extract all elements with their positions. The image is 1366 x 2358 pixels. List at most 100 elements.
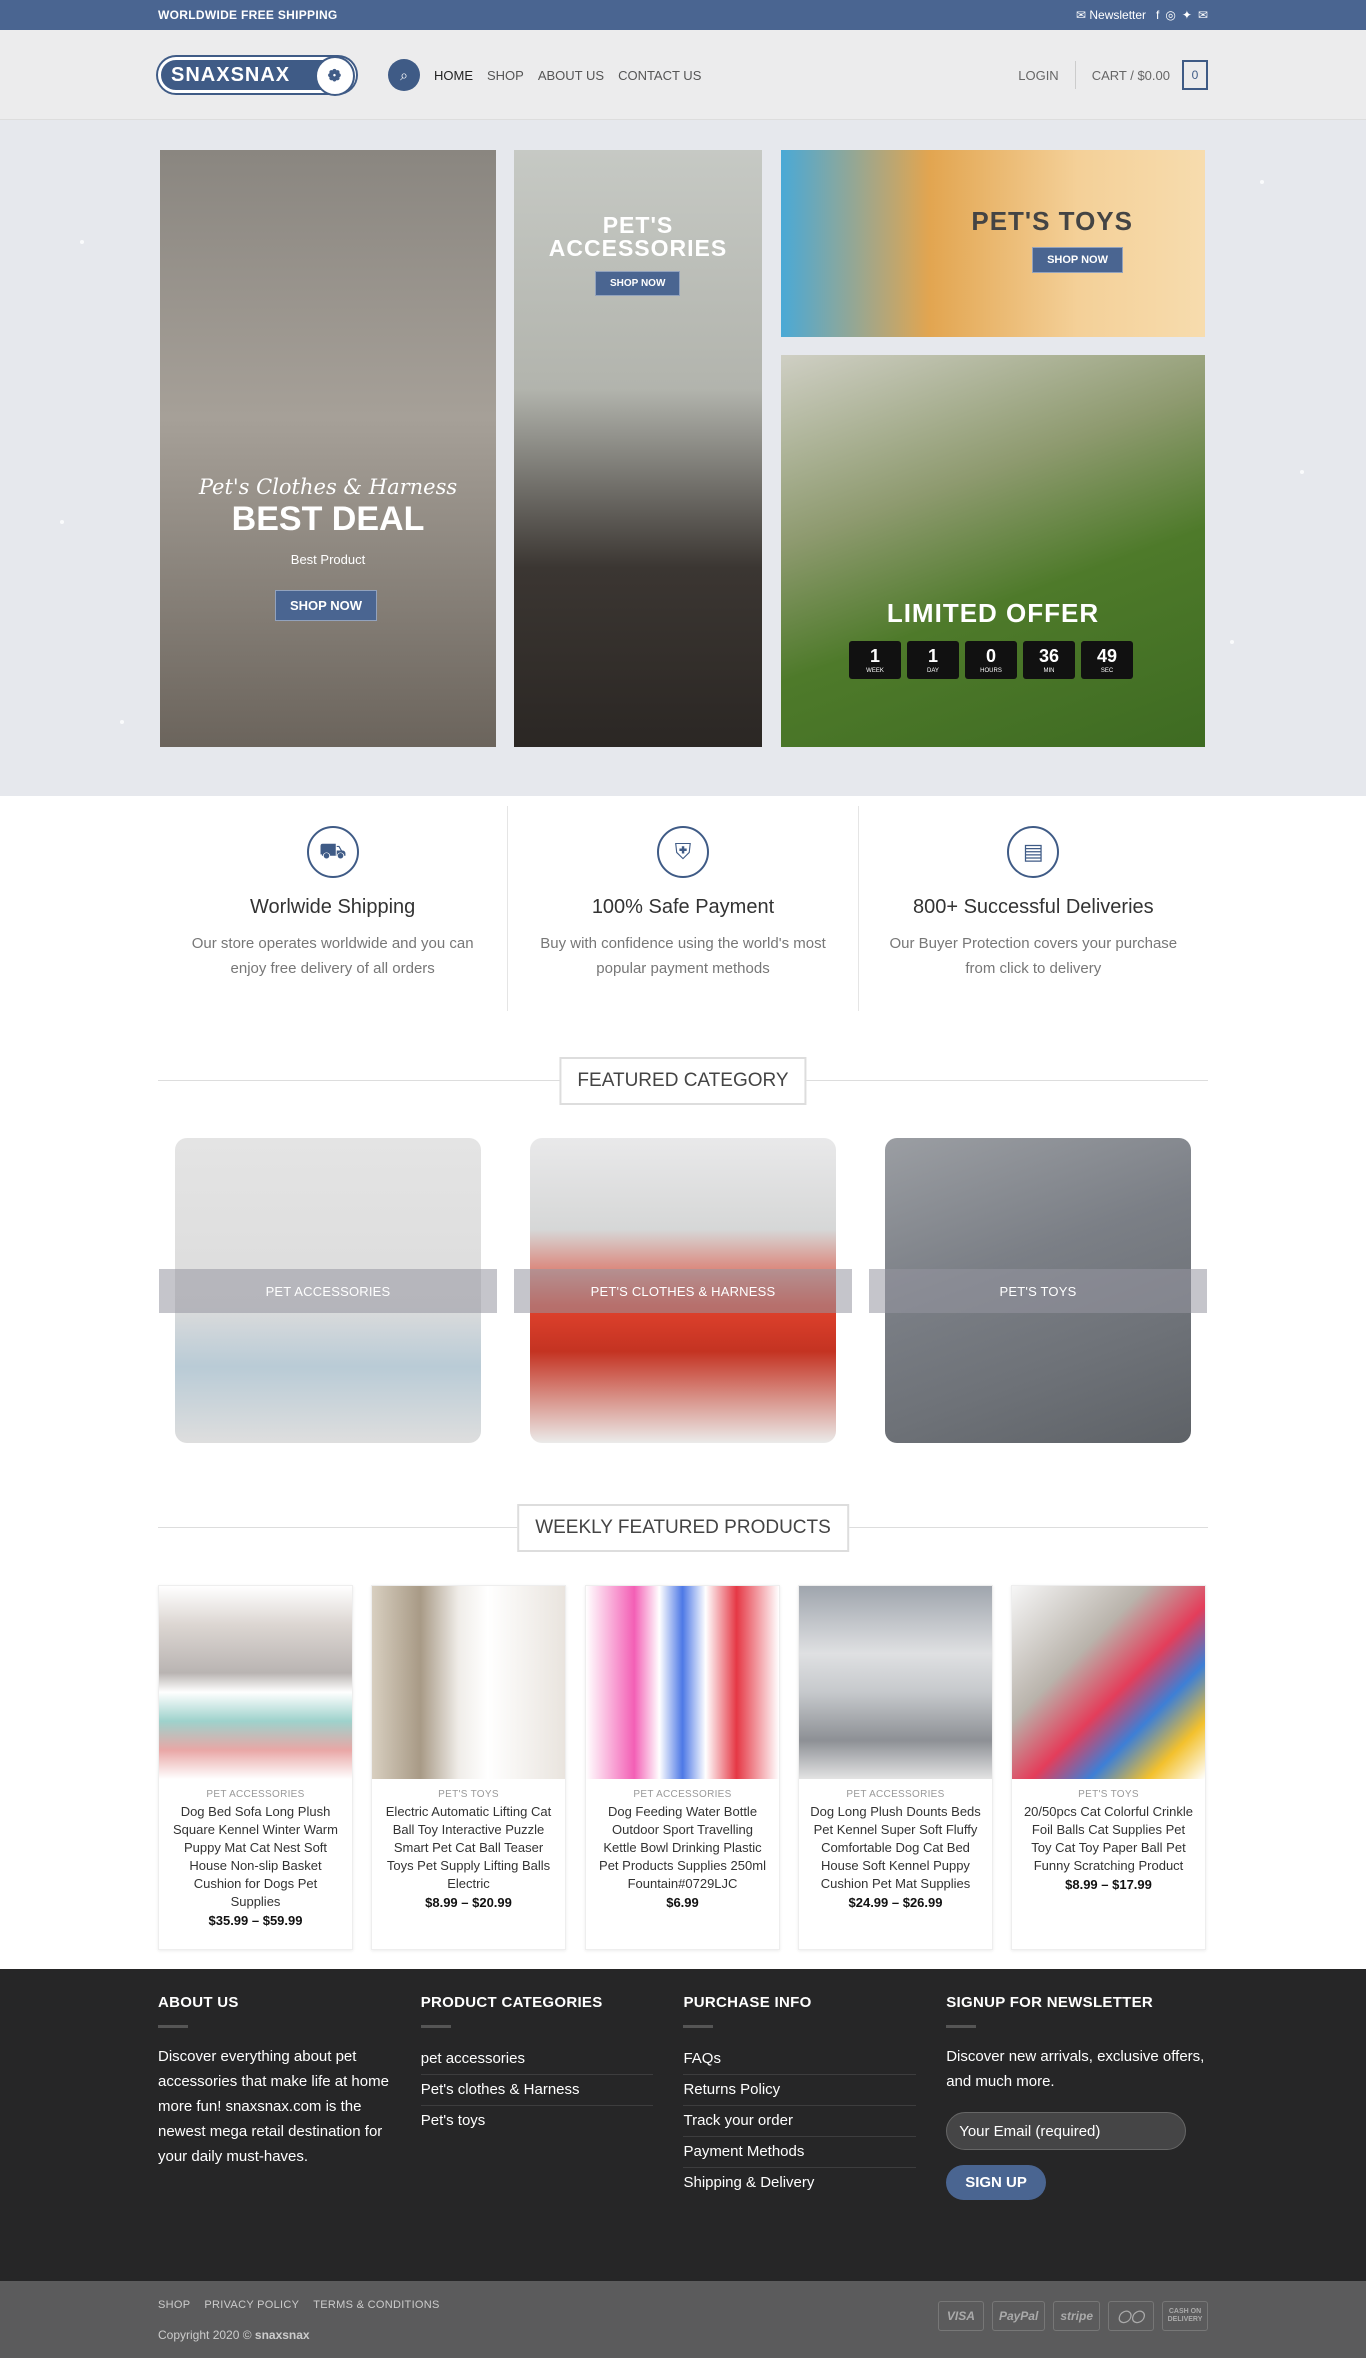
bottom-link-privacy[interactable]: PRIVACY POLICY	[204, 2299, 299, 2311]
product-card[interactable]: PET ACCESSORIES Dog Long Plush Dounts Be…	[798, 1585, 993, 1950]
feature-text: Our store operates worldwide and you can…	[191, 935, 474, 977]
snow-dot	[1230, 640, 1234, 644]
product-name[interactable]: Dog Long Plush Dounts Beds Pet Kennel Su…	[809, 1803, 982, 1893]
product-name[interactable]: Dog Feeding Water Bottle Outdoor Sport T…	[596, 1803, 769, 1893]
product-card[interactable]: PET ACCESSORIES Dog Bed Sofa Long Plush …	[158, 1585, 353, 1950]
footer-purchase-info: PURCHASE INFO FAQs Returns Policy Track …	[683, 1991, 946, 2200]
footer-about: ABOUT US Discover everything about pet a…	[158, 1991, 421, 2200]
footer-link[interactable]: Shipping & Delivery	[683, 2168, 916, 2198]
product-card[interactable]: PET'S TOYS Electric Automatic Lifting Ca…	[371, 1585, 566, 1950]
product-image[interactable]	[799, 1586, 992, 1779]
header-divider	[1074, 61, 1076, 89]
nav-contact-us[interactable]: CONTACT US	[618, 68, 701, 83]
countdown-unit: SEC	[1100, 667, 1114, 674]
countdown-value: 1	[869, 645, 880, 666]
product-price: $8.99 – $17.99	[1065, 1877, 1152, 1892]
newsletter-link[interactable]: ✉ Newsletter	[1076, 8, 1146, 22]
logo-text: SNAXSNAX	[171, 63, 291, 86]
product-image[interactable]	[159, 1586, 352, 1779]
main-nav: HOME SHOP ABOUT US CONTACT US	[434, 68, 701, 83]
countdown-value: 36	[1038, 645, 1060, 666]
banner-pets-toys[interactable]: PET'S TOYS SHOP NOW	[781, 150, 1205, 337]
product-price: $8.99 – $20.99	[425, 1895, 512, 1910]
banner-title: LIMITED OFFER	[886, 598, 1100, 628]
product-price: $35.99 – $59.99	[208, 1913, 303, 1928]
shop-now-button[interactable]: SHOP NOW	[595, 271, 681, 296]
footer-link[interactable]: Returns Policy	[683, 2075, 917, 2106]
product-name[interactable]: 20/50pcs Cat Colorful Crinkle Foil Balls…	[1022, 1803, 1195, 1875]
product-image[interactable]	[586, 1586, 779, 1779]
feature-deliveries: ▤ 800+ Successful Deliveries Our Buyer P…	[859, 806, 1208, 1011]
category-card-clothes-harness[interactable]: PET'S CLOTHES & HARNESS	[514, 1138, 852, 1443]
instagram-icon[interactable]: ◎	[1165, 8, 1175, 22]
cart-link[interactable]: CART / $0.00	[1092, 68, 1170, 83]
copyright-text: Copyright 2020 ©	[158, 2328, 252, 2342]
category-card-pet-accessories[interactable]: PET ACCESSORIES	[159, 1138, 497, 1443]
banner-script-text: Pet's Clothes & Harness	[198, 475, 458, 499]
product-image[interactable]	[372, 1586, 565, 1779]
banner-best-deal[interactable]: Pet's Clothes & Harness BEST DEAL Best P…	[160, 150, 496, 747]
bottom-link-terms[interactable]: TERMS & CONDITIONS	[313, 2299, 439, 2311]
footer-link[interactable]: pet accessories	[420, 2044, 654, 2075]
nav-shop[interactable]: SHOP	[487, 68, 524, 83]
product-name[interactable]: Dog Bed Sofa Long Plush Square Kennel Wi…	[169, 1803, 342, 1911]
visa-icon: VISA	[937, 2301, 984, 2331]
footer-categories: PRODUCT CATEGORIES pet accessories Pet's…	[420, 1991, 684, 2200]
features-section: ⛟ Worlwide Shipping Our store operates w…	[0, 806, 1366, 1011]
bottom-link-shop[interactable]: SHOP	[158, 2299, 190, 2311]
cart-count-badge[interactable]: 0	[1182, 60, 1208, 90]
footer-link[interactable]: Payment Methods	[683, 2137, 917, 2168]
product-category: PET ACCESSORIES	[846, 1789, 945, 1800]
invoice-icon: ▤	[1007, 826, 1060, 878]
footer-link[interactable]: FAQs	[683, 2044, 917, 2075]
login-link[interactable]: LOGIN	[1018, 68, 1058, 83]
twitter-icon[interactable]: ✦	[1182, 8, 1192, 22]
paw-icon: ❁	[315, 56, 355, 96]
mastercard-icon: ◯◯	[1108, 2301, 1154, 2331]
shop-now-button[interactable]: SHOP NOW	[275, 590, 377, 621]
feature-title: Worlwide Shipping	[250, 896, 416, 918]
product-image[interactable]	[1012, 1586, 1205, 1779]
heading-underline	[946, 2025, 977, 2028]
product-card[interactable]: PET'S TOYS 20/50pcs Cat Colorful Crinkle…	[1011, 1585, 1206, 1950]
footer-bottom-bar: SHOP PRIVACY POLICY TERMS & CONDITIONS C…	[0, 2281, 1366, 2358]
banner-pets-accessories[interactable]: PET'S ACCESSORIES SHOP NOW	[514, 150, 762, 747]
footer-link[interactable]: Track your order	[683, 2106, 917, 2137]
category-label: PET'S TOYS	[869, 1269, 1207, 1313]
product-category: PET'S TOYS	[438, 1789, 499, 1800]
nav-home[interactable]: HOME	[434, 68, 473, 83]
feature-title: 800+ Successful Deliveries	[912, 896, 1154, 918]
footer-link[interactable]: Pet's clothes & Harness	[420, 2075, 654, 2106]
countdown-unit: HOURS	[980, 667, 1002, 674]
email-icon[interactable]: ✉	[1198, 8, 1208, 22]
shop-now-button[interactable]: SHOP NOW	[1032, 247, 1123, 273]
product-card[interactable]: PET ACCESSORIES Dog Feeding Water Bottle…	[585, 1585, 780, 1950]
banner-title: BEST DEAL	[231, 500, 425, 538]
countdown-value: 1	[927, 645, 938, 666]
heading-underline	[158, 2025, 188, 2028]
countdown-sec: 49 SEC	[1081, 641, 1133, 679]
weekly-products-heading: WEEKLY FEATURED PRODUCTS	[158, 1502, 1208, 1552]
category-label: PET ACCESSORIES	[159, 1269, 497, 1313]
copyright-brand: snaxsnax	[254, 2328, 310, 2342]
countdown-unit: WEEK	[866, 667, 884, 674]
product-price: $6.99	[666, 1895, 699, 1910]
snow-dot	[1260, 180, 1264, 184]
category-card-pets-toys[interactable]: PET'S TOYS	[869, 1138, 1207, 1443]
search-button[interactable]: ⌕	[388, 59, 420, 91]
footer-link[interactable]: Pet's toys	[421, 2106, 654, 2136]
snow-dot	[80, 240, 84, 244]
sign-up-button[interactable]: SIGN UP	[946, 2165, 1046, 2200]
feature-text: Buy with confidence using the world's mo…	[540, 935, 826, 977]
stripe-icon: stripe	[1053, 2301, 1100, 2331]
facebook-icon[interactable]: f	[1156, 8, 1159, 22]
email-field[interactable]: Your Email (required)	[946, 2112, 1187, 2150]
nav-about-us[interactable]: ABOUT US	[538, 68, 604, 83]
product-name[interactable]: Electric Automatic Lifting Cat Ball Toy …	[382, 1803, 555, 1893]
featured-category-heading: FEATURED CATEGORY	[158, 1055, 1208, 1105]
banner-title: PET'S TOYS	[971, 206, 1133, 236]
secure-payment-icon: ⛨	[656, 826, 709, 878]
snow-dot	[120, 720, 124, 724]
site-logo[interactable]: SNAXSNAX ❁	[158, 56, 356, 96]
countdown-min: 36 MIN	[1023, 641, 1075, 679]
